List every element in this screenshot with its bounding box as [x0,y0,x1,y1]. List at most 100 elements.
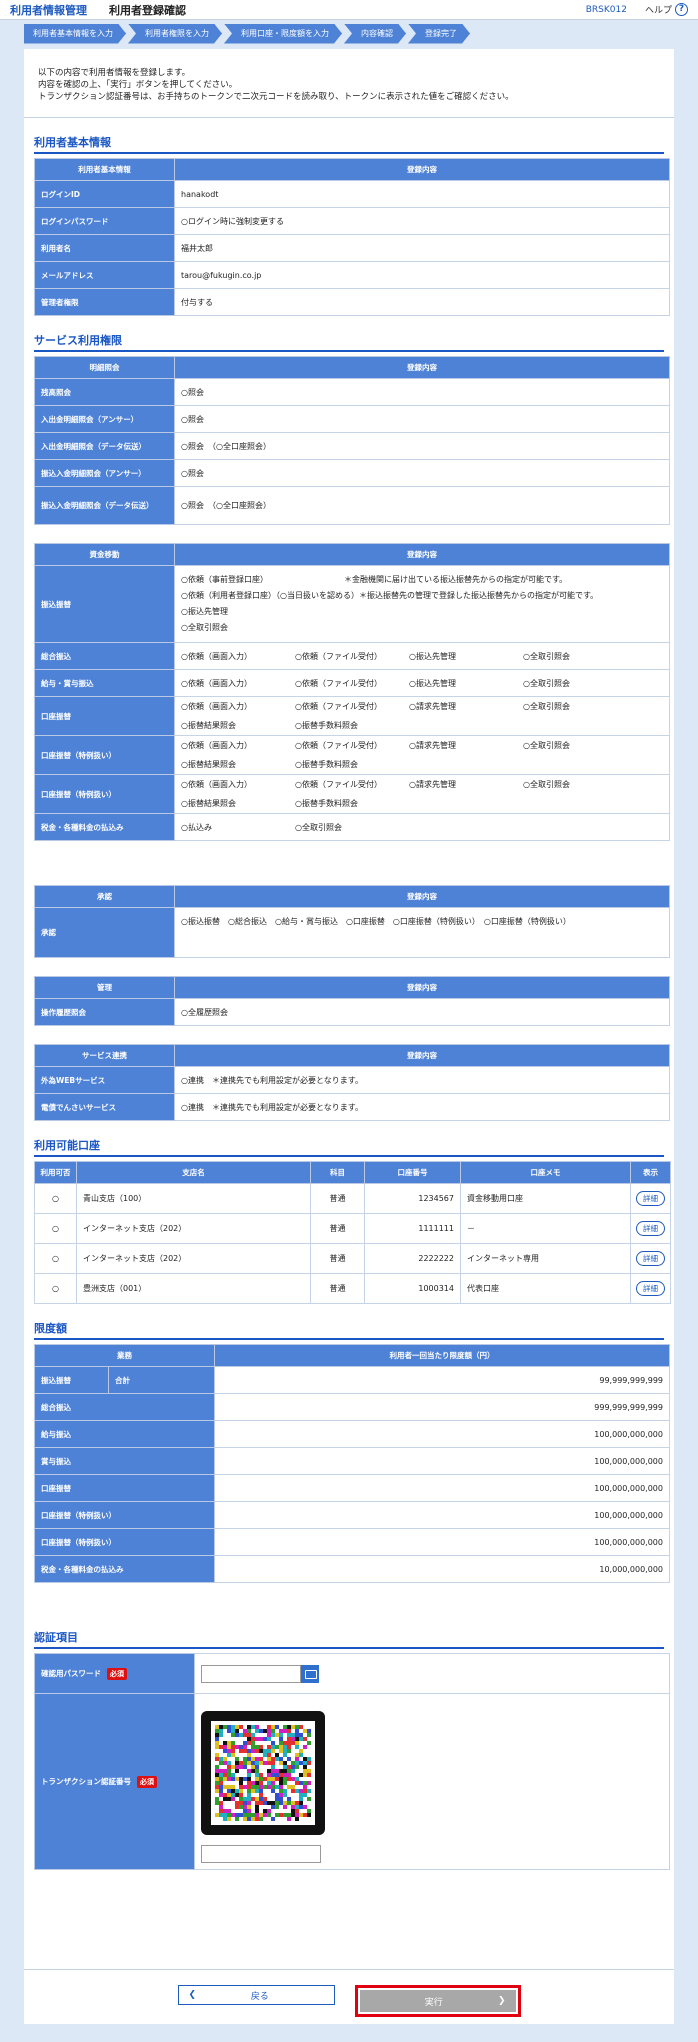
row-value: 福井太郎 [174,234,670,262]
section-title-auth: 認証項目 [34,1629,664,1649]
row-label: 口座振替（特例扱い） [34,735,175,775]
row-label: 総合振込 [34,1393,215,1421]
permission-item: ○振込先管理 [409,678,456,688]
button-row: ❮ 戻る 実行 ❯ [24,1985,674,2017]
row-value: ○全履歴照会 [174,998,670,1026]
permission-item: ○全取引照会 [523,780,570,789]
limit-value: 999,999,999,999 [214,1393,670,1421]
col-header: 業務 [34,1344,215,1367]
row-label: トランザクション認証番号 必須 [34,1693,195,1870]
permission-item: ○振替手数料照会 [295,799,358,808]
table-row: 給与振込 100,000,000,000 [34,1420,670,1448]
col-header: 登録内容 [174,976,670,999]
row-label: 給与振込 [34,1420,215,1448]
col-header: 資金移動 [34,543,175,566]
row-label: 外為WEBサービス [34,1066,175,1094]
table-row: 利用者名 福井太郎 [34,234,670,262]
basic-table: 利用者基本情報 登録内容 ログインID hanakodt ログインパスワード ○ログイ… [34,158,670,316]
cell-branch: 豊洲支店（001） [76,1273,311,1304]
table-row: 残高照会 ○照会 [34,378,670,406]
table-row: 振込振替 ○依頼（事前登録口座） ＊金融機関に届け出ている振込振替先からの指定が… [34,565,670,643]
back-label: 戻る [250,1991,269,2002]
app-title: 利用者情報管理 [10,3,87,17]
limit-value: 100,000,000,000 [214,1474,670,1502]
table-row: 操作履歴照会 ○全履歴照会 [34,998,670,1026]
permission-item: ○請求先管理 [409,780,456,789]
row-label: 口座振替（特例扱い） [34,1528,215,1556]
detail-button[interactable]: 詳細 [636,1251,665,1266]
cell-type: 普通 [310,1243,365,1274]
table-row: ○ 豊洲支店（001） 普通 1000314 代表口座 詳細 [34,1273,671,1304]
table-row: 総合振込 ○依頼（画面入力） ○依頼（ファイル受付） ○振込先管理 ○全取引照会 [34,642,670,670]
row-label: 操作履歴照会 [34,998,175,1026]
permission-line: ○振込先管理 [181,607,228,616]
row-value: ○照会 [174,378,670,406]
detail-button[interactable]: 詳細 [636,1221,665,1236]
row-value: ○連携 ＊連携先でも利用設定が必要となります。 [174,1093,670,1121]
table-row: ログインパスワード ○ログイン時に強制変更する [34,207,670,235]
table-row: 口座振替（特例扱い） ○依頼（画面入力） ○依頼（ファイル受付） ○請求先管理 ○全取引… [34,735,670,775]
software-keyboard-icon[interactable] [301,1664,319,1683]
step-3: 利用口座・限度額を入力 [224,24,342,44]
help-link[interactable]: ヘルプ? [645,3,688,16]
col-header: 支店名 [76,1161,311,1184]
cell-branch: 青山支店（100） [76,1183,311,1214]
detail-button[interactable]: 詳細 [636,1281,665,1296]
table-row: 口座振替 ○依頼（画面入力） ○依頼（ファイル受付） ○請求先管理 ○全取引照会 ○振替結… [34,696,670,736]
row-value: ○連携 ＊連携先でも利用設定が必要となります。 [174,1066,670,1094]
col-header: 管理 [34,976,175,999]
row-value: ○振込振替 ○総合振込 ○給与・賞与振込 ○口座振替 ○口座振替（特例扱い） ○… [174,907,670,958]
permission-item: ○全取引照会 [295,822,342,832]
password-input[interactable] [201,1664,301,1683]
permission-item: ○依頼（ファイル受付） [295,678,382,688]
permission-item: ○依頼（画面入力） [181,702,252,711]
table-row: 電債でんさいサービス ○連携 ＊連携先でも利用設定が必要となります。 [34,1093,670,1121]
intro-line: 内容を確認の上、「実行」ボタンを押してください。 [38,80,238,90]
row-label: 総合振込 [34,642,175,670]
permission-item: ○依頼（ファイル受付） [295,702,382,711]
permission-item: ○振替結果照会 [181,799,236,808]
row-label: 税金・各種料金の払込み [34,1555,215,1583]
cell-use: ○ [34,1183,77,1214]
table-row: ○ インターネット支店（202） 普通 2222222 インターネット専用 詳細 [34,1243,671,1274]
col-header: 口座番号 [364,1161,461,1184]
required-badge: 必須 [137,1775,157,1788]
limit-value: 100,000,000,000 [214,1501,670,1529]
permission-item: ○依頼（画面入力） [181,651,252,661]
cell-number: 1234567 [364,1183,461,1214]
table-row: メールアドレス tarou@fukugin.co.jp [34,261,670,289]
col-header: 登録内容 [174,885,670,908]
cell-memo: 資金移動用口座 [460,1183,631,1214]
permission-item: ○振替結果照会 [181,760,236,769]
limit-value: 100,000,000,000 [214,1420,670,1448]
permission-item: ○依頼（ファイル受付） [295,780,382,789]
permission-item: ○全取引照会 [523,741,570,750]
row-label: 振込入金明細照会（データ伝送） [34,486,175,525]
col-header: 明細照会 [34,356,175,379]
transaction-number-input[interactable] [201,1844,321,1863]
cell-number: 1000314 [364,1273,461,1304]
table-row: 入出金明細照会（アンサー） ○照会 [34,405,670,433]
col-header: サービス連携 [34,1044,175,1067]
approval-table: 承認 登録内容 承認 ○振込振替 ○総合振込 ○給与・賞与振込 ○口座振替 ○口座振… [34,885,670,958]
col-header: 口座メモ [460,1161,631,1184]
permission-line: ○全取引照会 [181,623,228,632]
col-header: 登録内容 [174,158,670,181]
detail-button[interactable]: 詳細 [636,1191,665,1206]
back-button[interactable]: ❮ 戻る [177,1985,335,2005]
accounts-table: 利用可否 支店名 科目 口座番号 口座メモ 表示 ○ 青山支店（100） 普通 123… [34,1161,671,1304]
cell-type: 普通 [310,1183,365,1214]
table-row: 承認 ○振込振替 ○総合振込 ○給与・賞与振込 ○口座振替 ○口座振替（特例扱い）… [34,907,670,958]
col-header: 登録内容 [174,543,670,566]
col-header: 表示 [630,1161,671,1184]
app-header: 利用者情報管理 利用者登録確認 BRSK012 ヘルプ? [0,0,698,20]
exec-button[interactable]: 実行 ❯ [359,1990,516,2012]
permission-item: ○振替結果照会 [181,721,236,730]
cell-branch: インターネット支店（202） [76,1213,311,1244]
row-label: 口座振替（特例扱い） [34,774,175,814]
col-header: 利用者一回当たり限度額（円） [214,1344,670,1367]
step-5: 登録完了 [408,24,470,44]
row-label: 確認用パスワード 必須 [34,1653,195,1694]
row-label: 振込振替 [34,1366,109,1394]
table-row: ○ インターネット支店（202） 普通 1111111 － 詳細 [34,1213,671,1244]
